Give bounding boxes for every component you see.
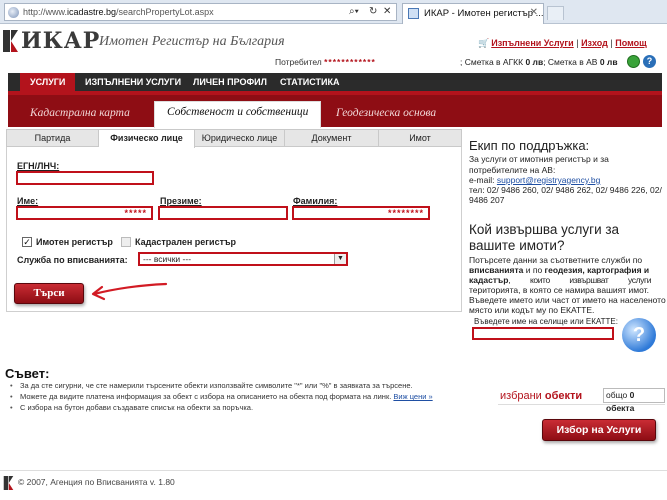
cart-icon: 🛒 [478,38,490,48]
who-text-3: кадастър, които извършват услуги за [469,275,667,285]
who-title-2: вашите имоти? [469,238,565,253]
support-phones-2: 9486 207 [469,195,505,205]
close-icon[interactable]: ✕ [383,6,391,17]
property-register-checkbox[interactable]: ✓ [22,237,32,247]
choose-services-button[interactable]: Избор на Услуги [542,419,656,441]
close-tab-icon[interactable]: ✕ [530,7,538,18]
completed-services-link[interactable]: Изпълнени Услуги [491,38,574,48]
tab-geodetic[interactable]: Геодезическа основа [336,102,436,126]
account-info: ; Сметка в АГКК 0 лв; Сметка в АВ 0 лв [460,57,618,67]
address-bar[interactable]: http://www.icadastre.bg/searchPropertyLo… [4,3,397,21]
acct-av-value: 0 лв [599,57,618,67]
tip-item: С избора на бутон добави създавате списъ… [10,403,253,412]
tab-title: ИКАР - Имотен регистър ... [424,8,544,19]
tip-item: Можете да видите платена информация за о… [10,392,433,401]
cadastre-register-checkbox[interactable] [121,237,131,247]
tab-cadastral-map[interactable]: Кадастрална карта [30,102,130,126]
last-name-input[interactable]: ******** [292,206,430,220]
cadastre-register-label: Кадастрален регистър [135,237,237,247]
first-name-value: ***** [124,208,147,218]
help-link[interactable]: Помощ [615,38,646,48]
last-name-label: Фамилия: [293,196,338,206]
search-dropdown-icon[interactable]: ⌕▾ [349,6,359,17]
help-question-icon[interactable]: ? [622,318,656,352]
logo[interactable]: ИКАР [21,28,100,54]
service-select[interactable]: --- всички --- ▼ [138,252,348,266]
settlement-label: Въведете име на селище или ЕКАТТЕ: [474,317,618,326]
main-nav: УСЛУГИ ИЗПЪЛНЕНИ УСЛУГИ ЛИЧЕН ПРОФИЛ СТА… [8,73,662,91]
who-title-1: Кой извършва услуги за [469,222,620,237]
tip-item: За да сте сигурни, че сте намерили търсе… [10,381,413,390]
settlement-input[interactable] [472,327,614,340]
tab-property[interactable]: Имот [379,130,461,147]
browser-tab[interactable]: ИКАР - Имотен регистър ... ✕ [402,3,544,24]
footer-text: © 2007, Агенция по Вписванията v. 1.80 [18,477,175,487]
first-name-input[interactable]: ***** [16,206,153,220]
help-icon[interactable]: ? [643,55,656,68]
refresh-balance-icon[interactable] [627,55,640,68]
who-text-4: територията, в която се намира вашият им… [469,285,649,295]
page-icon [408,8,419,19]
acct-agkk-value: 0 лв [525,57,544,67]
nav-completed-services[interactable]: ИЗПЪЛНЕНИ УСЛУГИ [75,73,191,91]
new-tab-button[interactable] [547,6,564,20]
tab-legal-entity[interactable]: Юридическо лице [195,130,285,147]
see-prices-link[interactable]: Виж цени » [393,392,432,401]
service-select-value: --- всички --- [143,254,192,264]
site-title: Имотен Регистър на България [99,34,285,49]
user-value: ************ [324,57,376,67]
footer-logo-icon [3,476,14,490]
search-type-tabs: Партида Физическо лице Юридическо лице Д… [6,129,462,148]
tab-ownership[interactable]: Собственост и собственици [154,101,322,128]
property-register-label: Имотен регистър [36,237,113,247]
tab-individual[interactable]: Физическо лице [99,130,195,148]
logo-icon [3,30,18,52]
selected-objects-label: избрани обекти [500,390,583,402]
tips-title: Съвет: [5,366,50,381]
egn-label: ЕГН/ЛНЧ: [17,161,60,171]
egn-input[interactable] [16,171,154,185]
arrow-annotation-icon [91,282,168,301]
support-text: За услуги от имотния регистър и за потре… [469,154,609,175]
tab-document[interactable]: Документ [285,130,379,147]
support-phones-1: тел: 02/ 9486 260, 02/ 9486 262, 02/ 948… [469,185,662,195]
divider [498,404,665,405]
nav-services[interactable]: УСЛУГИ [20,73,76,91]
who-text-5: Въведете името или част от името на насе… [469,295,666,305]
first-name-label: Име: [17,196,39,206]
who-text-6: място или кодът му по ЕКАТТЕ. [469,305,595,315]
refresh-icon[interactable]: ↻ [369,6,377,17]
support-title: Екип по поддръжка: [469,138,590,153]
search-button[interactable]: Търси [14,283,84,304]
chevron-down-icon: ▼ [334,254,346,264]
globe-icon [8,7,19,18]
nav-profile[interactable]: ЛИЧЕН ПРОФИЛ [183,73,277,91]
support-email: e-mail: support@registryagency.bg [469,175,601,185]
user-label: Потребител [275,57,322,67]
who-text-1: Потърсете данни за съответните служби по [469,255,643,265]
tab-partida[interactable]: Партида [7,130,99,147]
selected-count: общо 0 обекта [603,388,665,413]
user-info: Потребител ************ [275,57,376,67]
nav-statistics[interactable]: СТАТИСТИКА [270,73,349,91]
service-label: Служба по вписванията: [17,255,128,265]
logout-link[interactable]: Изход [581,38,608,48]
middle-name-label: Презиме: [160,196,202,206]
who-text-2: вписванията и по геодезия, картография и [469,265,650,275]
middle-name-input[interactable] [158,206,288,220]
last-name-value: ******** [387,208,424,218]
browser-chrome: http://www.icadastre.bg/searchPropertyLo… [0,0,667,24]
support-email-link[interactable]: support@registryagency.bg [497,175,600,185]
top-links: 🛒 Изпълнени Услуги | Изход | Помощ [478,38,647,48]
address-url[interactable]: http://www.icadastre.bg/searchPropertyLo… [23,7,214,17]
